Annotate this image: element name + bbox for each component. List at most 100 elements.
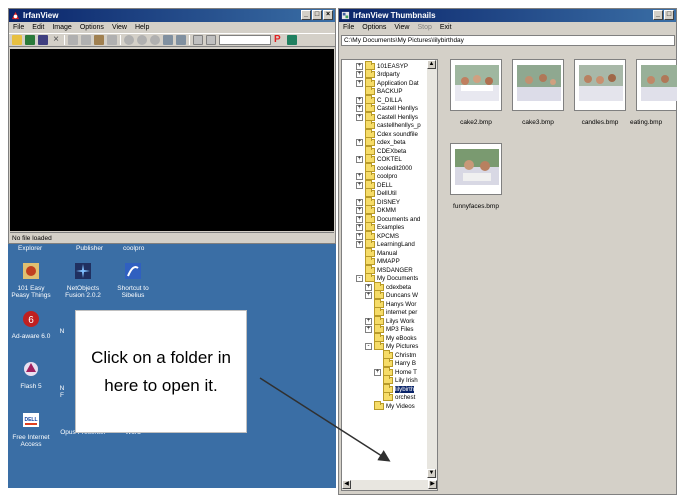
tree-item[interactable]: + COKTEL bbox=[356, 154, 402, 164]
desktop-icon-n1[interactable]: N bbox=[52, 328, 72, 335]
folder-tree[interactable]: +101EASYP +3rdparty + Application Dat BACKUP… bbox=[341, 59, 438, 491]
scroll-down-button[interactable]: ▼ bbox=[427, 469, 436, 478]
thumbnail-candles[interactable] bbox=[574, 59, 626, 111]
tree-item[interactable]: BACKUP bbox=[356, 86, 402, 96]
thumbnail-cake2[interactable] bbox=[450, 59, 502, 111]
next-icon[interactable] bbox=[176, 35, 186, 45]
tree-item[interactable]: + cdex_beta bbox=[356, 137, 406, 147]
expand-icon[interactable]: + bbox=[365, 292, 372, 299]
desktop-top-label-publisher[interactable]: Publisher bbox=[76, 245, 103, 252]
tree-item[interactable]: + DELL bbox=[356, 179, 392, 189]
last-page-icon[interactable] bbox=[206, 35, 216, 45]
tree-item[interactable]: Christm bbox=[374, 349, 416, 359]
menu-options[interactable]: Options bbox=[362, 22, 386, 33]
thumbnails-icon[interactable] bbox=[25, 35, 35, 45]
thumbnails-titlebar[interactable]: IrfanView Thumbnails _ □ bbox=[339, 9, 676, 22]
zoom-in-icon[interactable] bbox=[137, 35, 147, 45]
tree-item[interactable]: + cdexbeta bbox=[365, 281, 411, 291]
menu-image[interactable]: Image bbox=[52, 22, 71, 33]
cut-icon[interactable] bbox=[68, 35, 78, 45]
tree-item[interactable]: + Lilys Work bbox=[365, 315, 414, 325]
expand-icon[interactable]: + bbox=[356, 198, 363, 206]
desktop-icon-adaware[interactable]: 6 Ad-aware 6.0 bbox=[8, 310, 54, 340]
paste-icon[interactable] bbox=[94, 35, 104, 45]
desktop-icon-101easy[interactable]: 101 Easy Peasy Things bbox=[8, 262, 54, 299]
tree-item[interactable]: DellUtil bbox=[356, 188, 397, 198]
tree-item[interactable]: Manual bbox=[356, 247, 397, 257]
menu-file[interactable]: File bbox=[343, 22, 354, 33]
thumbnail-funnyfaces[interactable] bbox=[450, 143, 502, 195]
tree-item[interactable]: MMAPP bbox=[356, 256, 400, 266]
paint-icon[interactable]: P bbox=[274, 35, 284, 45]
desktop-icon-sibelius[interactable]: Shortcut to Sibelius bbox=[110, 262, 156, 299]
tree-hscrollbar[interactable]: ◀ ▶ bbox=[342, 480, 437, 490]
path-field[interactable]: C:\My Documents\My Pictures\lilybirthday bbox=[341, 35, 675, 46]
desktop-icon-dell[interactable]: DELL Free Internet Access bbox=[8, 411, 54, 448]
minimize-button[interactable]: _ bbox=[301, 10, 311, 20]
tree-item[interactable]: + MP3 Files bbox=[365, 324, 414, 334]
menu-edit[interactable]: Edit bbox=[32, 22, 44, 33]
desktop-icon-flash[interactable]: Flash 5 bbox=[8, 360, 54, 390]
expand-icon[interactable]: + bbox=[356, 156, 363, 163]
desktop-icon-f[interactable]: F bbox=[52, 392, 72, 399]
expand-icon[interactable]: + bbox=[356, 105, 363, 112]
scroll-left-button[interactable]: ◀ bbox=[342, 480, 351, 489]
expand-icon[interactable]: + bbox=[365, 283, 372, 291]
expand-icon[interactable]: + bbox=[356, 62, 363, 70]
tree-item[interactable]: +101EASYP bbox=[356, 60, 408, 70]
desktop-top-label-explorer[interactable]: Explorer bbox=[18, 245, 42, 252]
tree-item[interactable]: +3rdparty bbox=[356, 69, 400, 79]
maximize-button[interactable]: □ bbox=[664, 10, 674, 20]
expand-icon[interactable]: + bbox=[356, 224, 363, 231]
irfanview-titlebar[interactable]: IrfanView _ □ × bbox=[9, 9, 335, 22]
expand-icon[interactable]: + bbox=[356, 139, 363, 146]
expand-icon[interactable]: + bbox=[356, 96, 363, 104]
desktop-icon-netobjects[interactable]: NetObjects Fusion 2.0.2 bbox=[60, 262, 106, 299]
menu-exit[interactable]: Exit bbox=[440, 22, 452, 33]
tree-item[interactable]: My Videos bbox=[365, 400, 415, 410]
menu-view[interactable]: View bbox=[112, 22, 127, 33]
delete-icon[interactable]: × bbox=[51, 35, 61, 45]
tree-item[interactable]: My eBooks bbox=[365, 332, 417, 342]
expand-icon[interactable]: + bbox=[356, 232, 363, 240]
tree-item[interactable]: internet per bbox=[365, 307, 417, 317]
close-button[interactable]: × bbox=[323, 10, 333, 20]
thumbnail-cake3[interactable] bbox=[512, 59, 564, 111]
copy-icon[interactable] bbox=[81, 35, 91, 45]
tree-item[interactable]: + KPCMS bbox=[356, 230, 399, 240]
expand-icon[interactable]: + bbox=[365, 326, 372, 333]
tree-item[interactable]: + Home T bbox=[374, 366, 417, 376]
open-icon[interactable] bbox=[12, 35, 22, 45]
tree-item[interactable]: + coolpro bbox=[356, 171, 397, 181]
desktop-top-label-coolpro[interactable]: coolpro bbox=[123, 245, 144, 252]
expand-icon[interactable]: + bbox=[356, 71, 363, 78]
expand-icon[interactable]: + bbox=[356, 113, 363, 121]
previous-icon[interactable] bbox=[163, 35, 173, 45]
collapse-icon[interactable]: - bbox=[356, 275, 363, 282]
expand-icon[interactable]: + bbox=[374, 368, 381, 376]
tree-item[interactable]: + Duncans W bbox=[365, 290, 418, 300]
scan-icon[interactable] bbox=[287, 35, 297, 45]
image-view-area[interactable] bbox=[10, 49, 334, 231]
tree-item[interactable]: + C_DILLA bbox=[356, 94, 402, 104]
tree-item[interactable]: lilybirth bbox=[374, 383, 415, 393]
menu-options[interactable]: Options bbox=[80, 22, 104, 33]
scroll-right-button[interactable]: ▶ bbox=[428, 480, 437, 489]
info-icon[interactable] bbox=[124, 35, 134, 45]
tree-item[interactable]: - My Pictures bbox=[365, 341, 418, 351]
tree-item[interactable]: - My Documents bbox=[356, 273, 418, 283]
expand-icon[interactable]: + bbox=[356, 173, 363, 180]
menu-file[interactable]: File bbox=[13, 22, 24, 33]
menu-help[interactable]: Help bbox=[135, 22, 149, 33]
tree-vscrollbar[interactable]: ▲ ▼ bbox=[427, 60, 437, 478]
tree-item[interactable]: CDEXbeta bbox=[356, 145, 406, 155]
expand-icon[interactable]: + bbox=[356, 79, 363, 87]
expand-icon[interactable]: + bbox=[356, 207, 363, 214]
expand-icon[interactable]: + bbox=[365, 317, 372, 325]
save-icon[interactable] bbox=[38, 35, 48, 45]
tree-item[interactable]: + DKMM bbox=[356, 205, 396, 215]
tree-item[interactable]: Hanys Wor bbox=[365, 298, 417, 308]
minimize-button[interactable]: _ bbox=[653, 10, 663, 20]
menu-stop[interactable]: Stop bbox=[417, 22, 431, 33]
expand-icon[interactable]: + bbox=[356, 215, 363, 223]
